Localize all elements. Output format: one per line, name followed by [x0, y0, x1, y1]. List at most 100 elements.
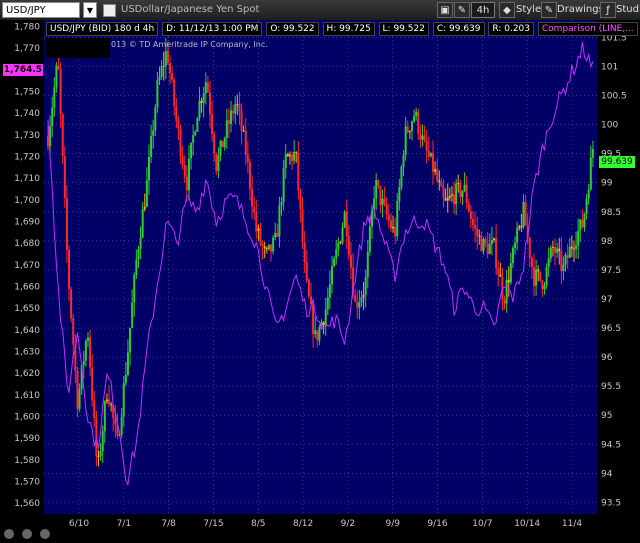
candle-body [291, 154, 294, 161]
candle-body [253, 206, 256, 213]
candle-body [288, 154, 291, 157]
candle-body [129, 327, 132, 353]
left-tick-label: 1,590 [14, 434, 40, 444]
candle-body [509, 263, 512, 283]
candle-body [120, 416, 123, 436]
candle-body [375, 180, 378, 199]
candle-body [522, 202, 525, 228]
left-tick-label: 1,660 [14, 283, 40, 293]
candle-body [51, 107, 54, 127]
candle-body [232, 110, 235, 114]
candle-body [482, 238, 485, 252]
right-tick-label: 94.5 [601, 440, 621, 450]
candle-body [97, 455, 100, 457]
left-tick-label: 1,640 [14, 326, 40, 336]
candle-body [583, 213, 586, 228]
candle-body [270, 244, 273, 252]
candle-body [150, 135, 153, 157]
candle-body [587, 189, 590, 199]
left-tick-label: 1,670 [14, 261, 40, 271]
right-tick-label: 97.5 [601, 266, 621, 276]
candle-body [507, 279, 510, 283]
left-tick-label: 1,600 [14, 413, 40, 423]
candle-body [562, 264, 565, 271]
candle-body [419, 133, 422, 140]
candle-body [326, 297, 329, 310]
candle-body [404, 126, 407, 156]
candle-body [493, 238, 496, 241]
candle-body [324, 309, 327, 326]
candle-body [137, 248, 140, 260]
candle-body [225, 120, 228, 138]
comparison-label[interactable]: Comparison (LINE,... [537, 22, 638, 36]
candle-body [570, 246, 573, 249]
candle-body [417, 111, 420, 134]
candle-body [408, 131, 411, 133]
candle-body [465, 184, 468, 204]
candle-body [505, 279, 508, 304]
candle-body [560, 251, 563, 271]
candle-body [425, 140, 428, 151]
candle-body [341, 227, 344, 242]
candle-body [457, 183, 460, 185]
candle-body [539, 271, 542, 281]
left-tick-label: 1,730 [14, 131, 40, 141]
candle-body [564, 254, 567, 265]
copyright-mask [46, 38, 110, 58]
candle-body [497, 268, 500, 275]
candle-body [585, 198, 588, 214]
candle-body [347, 236, 350, 256]
candle-body [284, 154, 287, 168]
candle-body [215, 153, 218, 171]
zoom-in-icon[interactable] [4, 529, 14, 539]
candle-body [495, 238, 498, 269]
candle-body [242, 130, 245, 132]
candle-body [551, 246, 554, 248]
right-tick-label: 96 [601, 353, 613, 363]
reset-icon[interactable] [40, 529, 51, 539]
candle-body [65, 198, 68, 250]
candle-body [377, 180, 380, 186]
candle-body [545, 266, 548, 286]
candle-body [455, 183, 458, 205]
candle-body [360, 297, 363, 303]
candle-body [234, 104, 237, 114]
candle-body [358, 302, 361, 308]
candle-body [110, 403, 113, 405]
candle-body [171, 73, 174, 80]
left-tick-label: 1,720 [14, 153, 40, 163]
candle-body [486, 243, 489, 254]
candle-body [579, 219, 582, 231]
candle-body [293, 151, 296, 161]
candle-body [114, 418, 117, 425]
candle-body [421, 135, 424, 140]
zoom-out-icon[interactable] [22, 529, 33, 539]
candle-body [206, 82, 209, 93]
candle-body [192, 135, 195, 143]
candle-body [469, 211, 472, 219]
candle-body [84, 341, 87, 361]
candle-body [400, 166, 403, 188]
candle-body [255, 212, 258, 232]
candle-body [139, 237, 142, 249]
candle-body [314, 330, 317, 335]
candle-body [61, 114, 64, 157]
candle-body [558, 248, 561, 252]
right-tick-label: 98 [601, 237, 613, 247]
candle-body [223, 137, 226, 148]
candle-body [164, 50, 167, 66]
low-readout: L: 99.522 [378, 22, 429, 36]
candle-body [343, 211, 346, 228]
candle-body [461, 190, 464, 197]
candle-body [312, 304, 315, 335]
candle-body [368, 226, 371, 252]
right-tick-label: 99 [601, 179, 613, 189]
candle-body [141, 209, 144, 238]
candle-body [246, 154, 249, 162]
candle-body [217, 155, 220, 171]
candle-body [471, 218, 474, 225]
candle-body [549, 247, 552, 259]
candle-body [318, 326, 321, 341]
candle-body [339, 241, 342, 244]
candle-body [396, 201, 399, 237]
